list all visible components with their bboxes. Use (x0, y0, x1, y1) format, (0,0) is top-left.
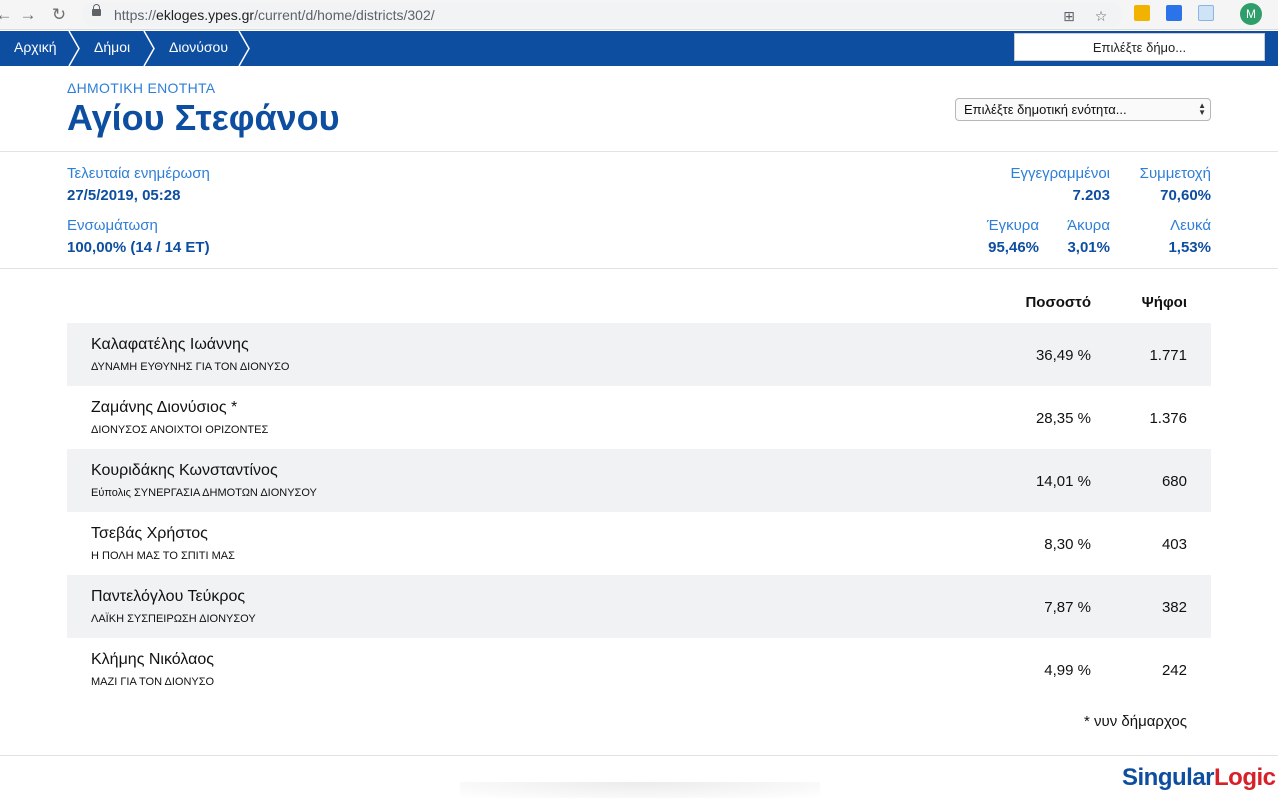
breadcrumb-municipalities[interactable]: Δήμοι (94, 31, 130, 66)
party-name: ΔΙΟΝΥΣΟΣ ΑΝΟΙΧΤΟΙ ΟΡΙΖΟΝΤΕΣ (91, 424, 269, 436)
download-extension-icon[interactable] (1134, 5, 1150, 21)
vote-count: 403 (1161, 536, 1187, 553)
integration-label: Ενσωμάτωση (67, 217, 158, 234)
table-row: Παντελόγλου Τεύκρος ΛΑΪΚΗ ΣΥΣΠΕΙΡΩΣΗ ΔΙΟ… (67, 575, 1211, 638)
scroll-shadow (460, 782, 820, 798)
valid-value: 95,46% (988, 239, 1039, 256)
column-header-votes: Ψήφοι (1141, 294, 1187, 311)
blank-value: 1,53% (1168, 239, 1211, 256)
translate-icon[interactable]: ⊞ (1060, 7, 1078, 25)
vote-percent: 14,01 % (1035, 473, 1091, 490)
singularlogic-logo[interactable]: SingularLogic (1122, 764, 1276, 792)
candidate-name: Τσεβάς Χρήστος (91, 525, 208, 542)
party-name: ΛΑΪΚΗ ΣΥΣΠΕΙΡΩΣΗ ΔΙΟΝΥΣΟΥ (91, 613, 256, 625)
address-bar[interactable]: https://ekloges.ypes.gr/current/d/home/d… (82, 2, 1122, 27)
unit-type-label: ΔΗΜΟΤΙΚΗ ΕΝΟΤΗΤΑ (67, 80, 216, 96)
image-extension-icon[interactable] (1198, 5, 1214, 21)
unit-select-value: Επιλέξτε δημοτική ενότητα... (964, 102, 1127, 117)
valid-label: Έγκυρα (986, 217, 1039, 234)
integration-value: 100,00% (14 / 14 ΕΤ) (67, 239, 210, 256)
turnout-value: 70,60% (1160, 187, 1211, 204)
table-row: Κουριδάκης Κωνσταντίνος Εύπολις ΣΥΝΕΡΓΑΣ… (67, 449, 1211, 512)
blank-label: Λευκά (1170, 217, 1211, 234)
forward-icon[interactable]: → (16, 3, 40, 27)
breadcrumb-home[interactable]: Αρχική (14, 31, 57, 66)
logo-part-singular: Singular (1122, 764, 1215, 791)
party-name: Εύπολις ΣΥΝΕΡΓΑΣΙΑ ΔΗΜΟΤΩΝ ΔΙΟΝΥΣΟΥ (91, 487, 317, 499)
lock-icon (92, 4, 101, 16)
candidate-name: Κλήμης Νικόλαος (91, 651, 214, 668)
vote-percent: 4,99 % (1044, 662, 1091, 679)
vote-percent: 28,35 % (1035, 410, 1091, 427)
table-row: Ζαμάνης Διονύσιος * ΔΙΟΝΥΣΟΣ ΑΝΟΙΧΤΟΙ ΟΡ… (67, 386, 1211, 449)
footnote: * νυν δήμαρχος (1084, 713, 1187, 730)
invalid-label: Άκυρα (1067, 217, 1110, 234)
municipality-select[interactable]: Επιλέξτε δήμο... (1014, 33, 1265, 61)
vote-percent: 8,30 % (1044, 536, 1091, 553)
vote-count: 1.376 (1149, 410, 1187, 427)
candidate-name: Ζαμάνης Διονύσιος * (91, 399, 238, 416)
candidate-name: Καλαφατέλης Ιωάννης (91, 336, 249, 353)
vote-count: 1.771 (1149, 347, 1187, 364)
invalid-value: 3,01% (1067, 239, 1110, 256)
party-name: Η ΠΟΛΗ ΜΑΣ ΤΟ ΣΠΙΤΙ ΜΑΣ (91, 550, 235, 562)
last-update-value: 27/5/2019, 05:28 (67, 187, 181, 204)
column-header-percent: Ποσοστό (1025, 294, 1091, 311)
party-name: ΜΑΖΙ ΓΙΑ ΤΟΝ ΔΙΟΝΥΣΟ (91, 676, 215, 688)
vote-count: 680 (1161, 473, 1187, 490)
candidate-name: Παντελόγλου Τεύκρος (91, 588, 246, 605)
logo-part-logic: Logic (1214, 764, 1276, 791)
vote-count: 242 (1161, 662, 1187, 679)
registered-value: 7.203 (1072, 187, 1110, 204)
table-row: Τσεβάς Χρήστος Η ΠΟΛΗ ΜΑΣ ΤΟ ΣΠΙΤΙ ΜΑΣ 8… (67, 512, 1211, 575)
table-row: Κλήμης Νικόλαος ΜΑΖΙ ΓΙΑ ΤΟΝ ΔΙΟΝΥΣΟ 4,9… (67, 638, 1211, 701)
vote-percent: 36,49 % (1035, 347, 1091, 364)
breadcrumb-separator-icon (238, 31, 250, 66)
divider (0, 755, 1278, 756)
last-update-label: Τελευταία ενημέρωση (67, 165, 210, 182)
breadcrumb-separator-icon (68, 31, 80, 66)
divider (0, 151, 1278, 152)
breadcrumb-separator-icon (143, 31, 155, 66)
bookmark-star-icon[interactable]: ☆ (1092, 7, 1110, 25)
registered-label: Εγγεγραμμένοι (1010, 165, 1110, 182)
search-extension-icon[interactable] (1166, 5, 1182, 21)
vote-count: 382 (1161, 599, 1187, 616)
back-icon[interactable]: ← (0, 3, 16, 27)
profile-avatar[interactable]: M (1240, 3, 1262, 25)
select-arrows-icon: ▲ ▼ (1198, 101, 1206, 117)
breadcrumb-dionysos[interactable]: Διονύσου (169, 31, 228, 66)
vote-percent: 7,87 % (1044, 599, 1091, 616)
table-row: Καλαφατέλης Ιωάννης ΔΥΝΑΜΗ ΕΥΘΥΝΗΣ ΓΙΑ Τ… (67, 323, 1211, 386)
turnout-label: Συμμετοχή (1139, 165, 1211, 182)
candidate-name: Κουριδάκης Κωνσταντίνος (91, 462, 278, 479)
url-text: https://ekloges.ypes.gr/current/d/home/d… (114, 7, 435, 23)
party-name: ΔΥΝΑΜΗ ΕΥΘΥΝΗΣ ΓΙΑ ΤΟΝ ΔΙΟΝΥΣΟ (91, 361, 290, 373)
reload-icon[interactable]: ↻ (47, 3, 71, 27)
breadcrumb: Αρχική Δήμοι Διονύσου Επιλέξτε δήμο... (0, 31, 1278, 66)
page-title: Αγίου Στεφάνου (67, 97, 340, 138)
divider (0, 268, 1278, 269)
unit-select[interactable]: Επιλέξτε δημοτική ενότητα... ▲ ▼ (955, 98, 1211, 121)
browser-toolbar: ← → ↻ https://ekloges.ypes.gr/current/d/… (0, 0, 1278, 30)
